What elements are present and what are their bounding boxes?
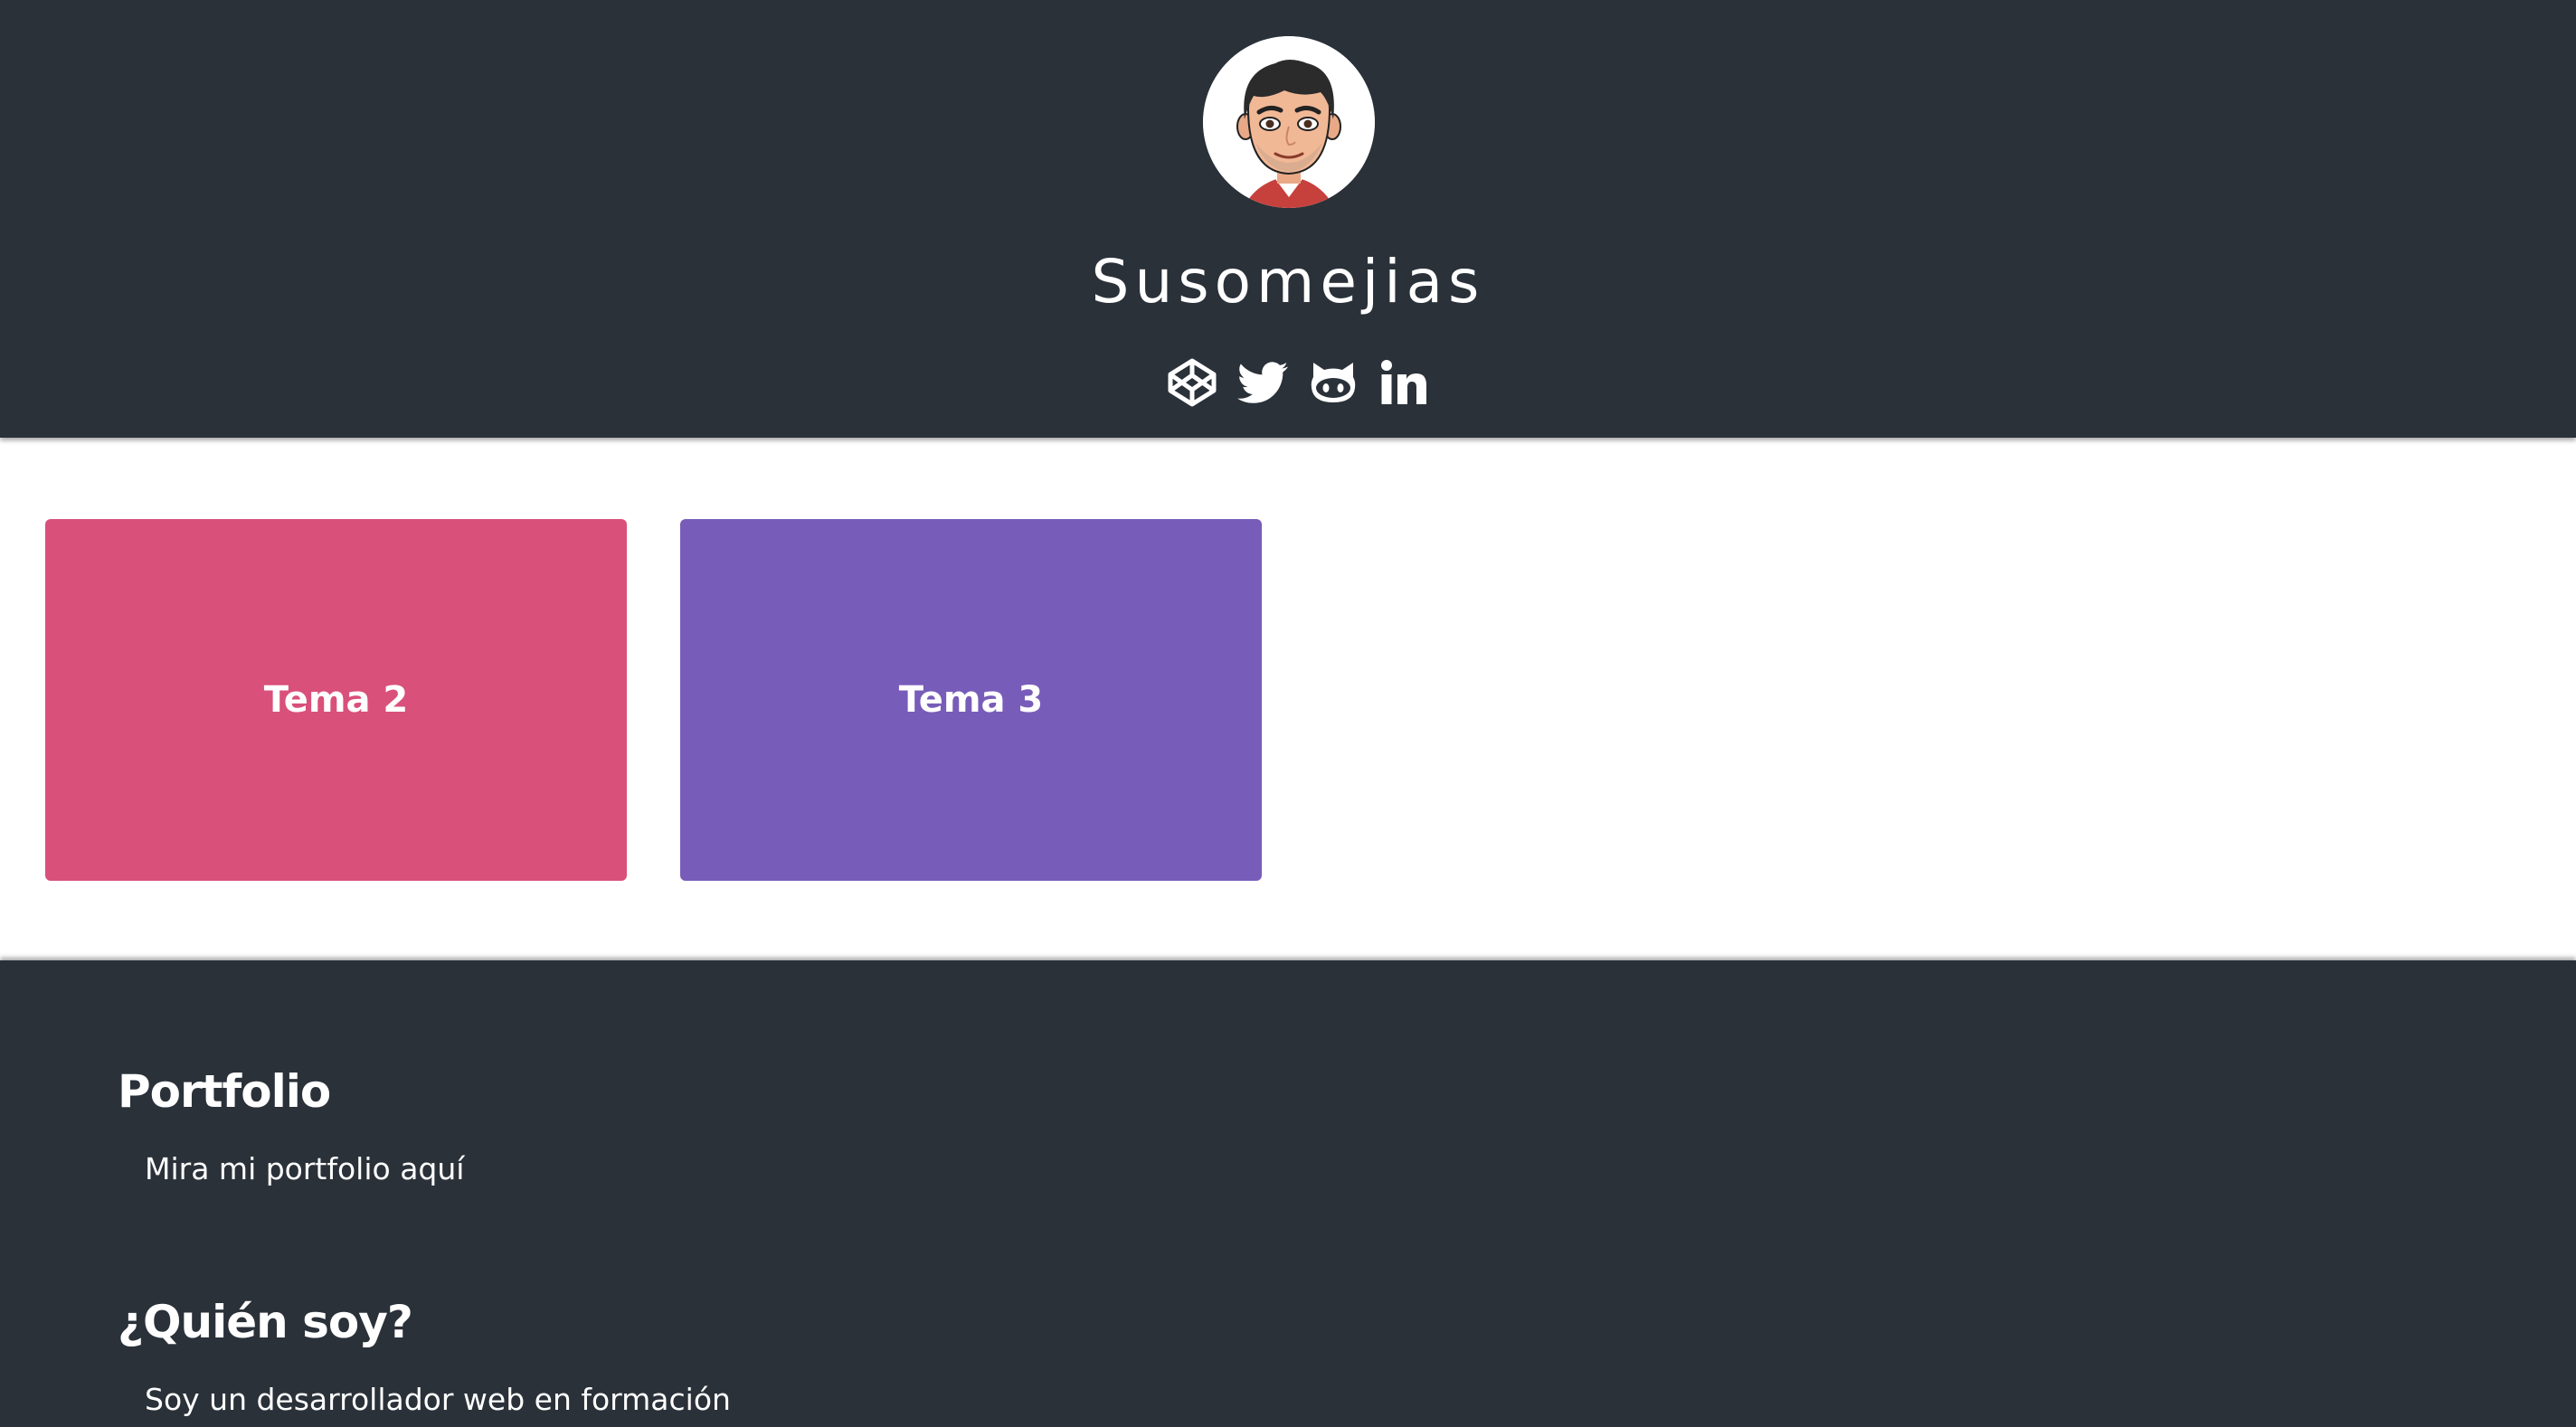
portfolio-section: Portfolio Mira mi portfolio aquí [118, 1060, 464, 1186]
social-links [1167, 354, 1429, 411]
linkedin-link[interactable] [1378, 357, 1429, 408]
avatar-image [1203, 36, 1375, 208]
about-text: Soy un desarrollador web en formación [145, 1382, 731, 1417]
site-footer: Portfolio Mira mi portfolio aquí ¿Quién … [0, 960, 2576, 1427]
twitter-link[interactable] [1237, 357, 1288, 408]
about-section: ¿Quién soy? Soy un desarrollador web en … [118, 1290, 731, 1417]
avatar [1203, 36, 1375, 208]
topic-card-tema-2[interactable]: Tema 2 [45, 519, 627, 881]
twitter-icon [1237, 362, 1288, 403]
topic-card-label: Tema 3 [898, 679, 1044, 721]
codepen-link[interactable] [1167, 357, 1217, 408]
linkedin-icon [1381, 360, 1426, 404]
topic-card-label: Tema 2 [263, 679, 409, 721]
topics-grid: Tema 2 Tema 3 [0, 438, 2576, 960]
github-link[interactable] [1308, 357, 1359, 408]
site-header: Susomejias [0, 0, 2576, 438]
portfolio-heading: Portfolio [118, 1065, 331, 1118]
site-title: Susomejias [1091, 247, 1485, 317]
topic-card-tema-3[interactable]: Tema 3 [680, 519, 1262, 881]
about-heading: ¿Quién soy? [118, 1296, 413, 1348]
portfolio-link-text[interactable]: Mira mi portfolio aquí [145, 1151, 464, 1186]
codepen-icon [1168, 358, 1217, 407]
portfolio-link[interactable]: Mira mi portfolio aquí [145, 1147, 464, 1192]
github-icon [1311, 363, 1356, 402]
